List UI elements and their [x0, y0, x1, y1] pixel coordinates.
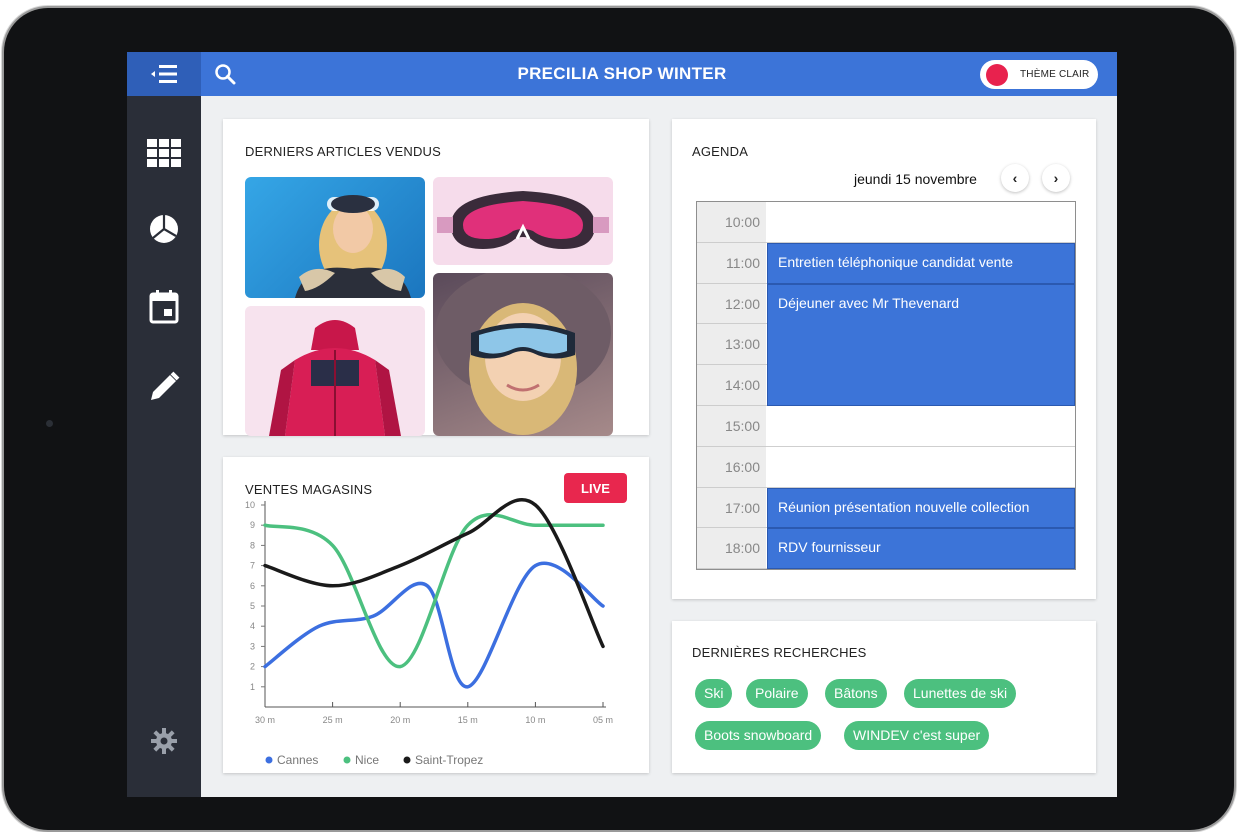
agenda-card: AGENDA jeundi 15 novembre ‹ › 10:00 11:00…: [672, 119, 1096, 599]
sidebar-item-stats[interactable]: [145, 210, 183, 248]
articles-card: DERNIERS ARTICLES VENDUS: [223, 119, 730, 436]
agenda-grid: 10:00 11:00 12:00 13:00 14:00 15:00 16:00 17:00…: [696, 201, 1076, 570]
articles-title: DERNIERS ARTICLES VENDUS: [245, 144, 441, 159]
agenda-next-button[interactable]: ›: [1042, 164, 1070, 192]
x-tick-label: 30 m: [255, 715, 275, 725]
agenda-hour-label: 16:00: [697, 446, 766, 488]
y-tick-label: 4: [250, 621, 255, 631]
series-line-nice: [263, 513, 605, 669]
grid-icon: [147, 139, 181, 167]
agenda-hour-label: 12:00: [697, 283, 766, 325]
y-tick-label: 5: [250, 601, 255, 611]
agenda-event[interactable]: Réunion présentation nouvelle collection: [767, 487, 1075, 529]
search-tag[interactable]: Bâtons: [825, 679, 887, 708]
sales-line-chart: 1 2 3 4 5 6 7 8 9 10 30 m 25 m 20 m 15 m 10 m 05 m Canne…: [245, 498, 613, 767]
photo-icon: [295, 195, 411, 298]
series-line-saint-tropez: [263, 498, 605, 649]
theme-label: THÈME CLAIR: [1020, 69, 1090, 80]
agenda-prev-button[interactable]: ‹: [1001, 164, 1029, 192]
sidebar-item-edit[interactable]: [145, 368, 183, 406]
search-tag[interactable]: WINDEV c'est super: [844, 721, 990, 750]
x-tick-label: 10 m: [525, 715, 545, 725]
y-tick-label: 9: [250, 520, 255, 530]
x-tick-label: 15 m: [458, 715, 478, 725]
y-tick-label: 7: [250, 561, 255, 571]
article-photo-pink-down-jacket[interactable]: [245, 306, 425, 436]
y-tick-label: 6: [250, 581, 255, 591]
agenda-hour-label: 17:00: [697, 487, 766, 529]
legend-label: Cannes: [277, 753, 318, 767]
agenda-title: AGENDA: [692, 144, 749, 159]
gear-icon: [151, 728, 177, 754]
calendar-icon: [149, 290, 179, 324]
searches-card: DERNIÈRES RECHERCHES Ski Polaire Bâtons …: [672, 621, 1096, 773]
agenda-event[interactable]: Entretien téléphonique candidat vente: [767, 242, 1075, 284]
legend-marker: [265, 756, 273, 764]
top-bar: PRECILIA SHOP WINTER THÈME CLAIR: [127, 52, 1117, 96]
sidebar-item-dashboard[interactable]: [145, 134, 183, 172]
photo-icon: [435, 273, 611, 435]
agenda-hour-label: 13:00: [697, 324, 766, 366]
y-tick-label: 8: [250, 540, 255, 550]
photo-icon: [437, 191, 609, 249]
photo-icon: [269, 320, 401, 436]
search-tag[interactable]: Ski: [695, 679, 733, 708]
article-photo-woman-ski-jacket[interactable]: [245, 177, 425, 298]
agenda-hour-label: 10:00: [697, 202, 766, 243]
sidebar: [127, 96, 201, 797]
search-tag[interactable]: Boots snowboard: [695, 721, 822, 750]
agenda-hour-label: 14:00: [697, 365, 766, 406]
sidebar-item-power[interactable]: [145, 796, 183, 797]
legend-label: Saint-Tropez: [415, 753, 483, 767]
pencil-icon: [151, 371, 180, 400]
app-title: PRECILIA SHOP WINTER: [517, 64, 727, 83]
agenda-slot-divider: [766, 445, 1075, 447]
chevron-right-icon: ›: [1053, 170, 1059, 186]
y-tick-label: 3: [250, 641, 255, 651]
search-icon: [215, 64, 236, 85]
x-tick-label: 20 m: [390, 715, 410, 725]
theme-toggle-knob: [986, 63, 1008, 86]
legend-marker: [403, 756, 411, 764]
camera-dot: [46, 420, 53, 427]
app-screen: PRECILIA SHOP WINTER THÈME CLAIR DERNIER…: [127, 52, 1117, 797]
agenda-event[interactable]: Déjeuner avec Mr Thevenard: [767, 283, 1075, 406]
searches-title: DERNIÈRES RECHERCHES: [692, 645, 867, 660]
agenda-hour-label: 18:00: [697, 528, 766, 570]
search-tag[interactable]: Lunettes de ski: [904, 679, 1017, 708]
y-tick-label: 10: [245, 500, 255, 510]
article-photo-pink-ski-goggles[interactable]: [433, 177, 613, 265]
sidebar-item-settings[interactable]: [145, 722, 183, 760]
agenda-date: jeundi 15 novembre: [854, 171, 977, 187]
legend-marker: [343, 756, 351, 764]
agenda-hour-label: 15:00: [697, 406, 766, 447]
sidebar-item-agenda[interactable]: [145, 288, 183, 326]
search-button[interactable]: [213, 62, 237, 86]
x-tick-label: 25 m: [323, 715, 343, 725]
article-photo-girl-ski-goggles[interactable]: [433, 273, 613, 436]
menu-icon: [151, 65, 177, 83]
search-tag[interactable]: Polaire: [746, 679, 808, 708]
legend-label: Nice: [355, 753, 379, 767]
menu-toggle-button[interactable]: [127, 52, 201, 96]
theme-toggle[interactable]: THÈME CLAIR: [980, 60, 1098, 89]
y-tick-label: 1: [250, 682, 255, 692]
chevron-left-icon: ‹: [1012, 170, 1018, 186]
agenda-hour-label: 11:00: [697, 242, 766, 284]
y-tick-label: 2: [250, 662, 255, 672]
pie-chart-icon: [150, 215, 178, 243]
x-tick-label: 05 m: [593, 715, 613, 725]
agenda-event[interactable]: RDV fournisseur: [767, 528, 1075, 569]
sales-card: VENTES MAGASINS LIVE 1 2 3 4 5 6 7 8 9 10 30 m 25 m…: [223, 457, 649, 773]
